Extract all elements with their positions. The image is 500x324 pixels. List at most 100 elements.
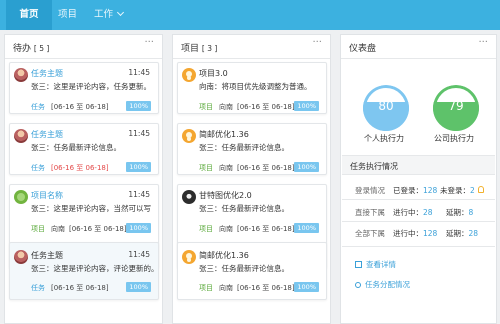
card-date: [06-16 至 06-18] [51, 284, 109, 292]
card-meta: 项目 向南 [06-16 至 06-18] [31, 224, 127, 234]
stat-b-value[interactable]: 8 [469, 208, 474, 217]
card-tag: 项目 [199, 284, 213, 292]
gauge-value: 79 [448, 99, 464, 113]
personal-execution-label: 个人执行力 [364, 134, 404, 143]
nav-home[interactable]: 首页 [6, 0, 52, 30]
card-date: [06-16 至 06-18] [237, 164, 295, 172]
card-owner: 向南 [219, 225, 233, 233]
stat-row-label: 直接下属 [355, 208, 385, 217]
nav-work[interactable]: 工作 [94, 0, 125, 30]
projects-count: [ 3 ] [201, 44, 218, 53]
dashboard-panel-header: 仪表盘 ··· [341, 35, 496, 59]
divider [342, 246, 495, 247]
project-avatar [182, 190, 196, 204]
more-icon[interactable]: ··· [478, 37, 488, 48]
card-title[interactable]: 甘特图优化2.0 [199, 190, 252, 201]
project-card[interactable]: 简邮优化1.36 张三：任务最新评论信息。 项目 向南 [06-16 至 06-18… [177, 242, 327, 300]
projects-panel-title: 项目 [ 3 ] [181, 41, 217, 54]
card-time: 11:45 [128, 190, 150, 199]
todo-panel-header: 待办 [ 5 ] ··· [5, 35, 162, 59]
stat-a-value[interactable]: 28 [423, 208, 433, 217]
card-date: [06-16 至 06-18] [51, 103, 109, 111]
nav-work-label: 工作 [94, 9, 114, 20]
projects-title-text: 项目 [181, 44, 200, 54]
more-icon[interactable]: ··· [312, 37, 322, 48]
todo-card[interactable]: 任务主题 11:45 张三：这里是评论内容，评论更新的。 任务 [06-16 至 … [9, 242, 159, 300]
card-date-overdue: [06-16 至 06-18] [51, 164, 109, 172]
stat-b-value[interactable]: 2 [470, 186, 475, 195]
card-owner: 向南 [219, 284, 233, 292]
projects-panel-header: 项目 [ 3 ] ··· [173, 35, 330, 59]
card-comment: 张三：任务最新评论信息。 [199, 143, 289, 152]
stat-a-label: 进行中： [393, 208, 423, 217]
card-meta: 项目 向南 [06-16 至 06-18] [199, 102, 295, 112]
task-assignment-link[interactable]: 任务分配情况 [355, 279, 410, 290]
chevron-down-icon [116, 8, 125, 17]
card-tag: 项目 [199, 164, 213, 172]
card-title[interactable]: 简邮优化1.36 [199, 250, 249, 261]
personal-execution-gauge[interactable]: 80 [363, 85, 409, 131]
stat-b: 延期：8 [446, 207, 473, 218]
progress-badge: 100% [294, 223, 319, 233]
stat-a: 已登录：128 [393, 185, 437, 196]
stat-b: 延期：28 [446, 228, 478, 239]
gauge-value: 80 [378, 99, 394, 113]
card-comment: 向南：将项目优先级调整为普通。 [199, 82, 312, 91]
card-title[interactable]: 项目名称 [31, 190, 63, 201]
card-title[interactable]: 简邮优化1.36 [199, 129, 249, 140]
card-time: 11:45 [128, 68, 150, 77]
card-comment: 张三：这里是评论内容，当然可以写 [31, 204, 151, 213]
progress-badge: 100% [126, 162, 151, 172]
company-execution-gauge[interactable]: 79 [433, 85, 479, 131]
card-tag: 项目 [199, 103, 213, 111]
todo-count: [ 5 ] [33, 44, 50, 53]
card-title[interactable]: 任务主题 [31, 250, 63, 261]
card-tag: 任务 [31, 284, 45, 292]
card-date: [06-16 至 06-18] [237, 225, 295, 233]
section-title: 任务执行情况 [350, 162, 398, 171]
stat-b-label: 延期： [446, 229, 469, 238]
stat-b-label: 未登录： [440, 186, 470, 195]
project-avatar [182, 129, 196, 143]
stat-a-value[interactable]: 128 [423, 186, 437, 195]
card-date: [06-16 至 06-18] [237, 284, 295, 292]
divider [342, 221, 495, 222]
card-owner: 向南 [219, 103, 233, 111]
top-nav-bar: 首页 项目 工作 [0, 0, 500, 30]
card-tag: 项目 [31, 225, 45, 233]
card-owner: 向南 [219, 164, 233, 172]
company-execution-label: 公司执行力 [434, 134, 474, 143]
card-meta: 任务 [06-16 至 06-18] [31, 283, 109, 293]
share-icon [355, 282, 361, 288]
card-title[interactable]: 项目3.0 [199, 68, 228, 79]
project-avatar [14, 190, 28, 204]
todo-title-text: 待办 [13, 44, 32, 54]
divider [342, 199, 495, 200]
card-comment: 张三：这里是评论内容，任务更新。 [31, 82, 151, 91]
card-date: [06-16 至 06-18] [69, 225, 127, 233]
nav-project[interactable]: 项目 [58, 0, 77, 30]
more-icon[interactable]: ··· [144, 37, 154, 48]
todo-card[interactable]: 任务主题 11:45 张三：这里是评论内容，任务更新。 任务 [06-16 至 0… [9, 62, 159, 114]
project-avatar [182, 68, 196, 82]
project-avatar [182, 250, 196, 264]
view-details-link[interactable]: 查看详情 [355, 259, 396, 270]
projects-panel: 项目 [ 3 ] ··· 项目3.0 向南：将项目优先级调整为普通。 项目 向南[… [172, 34, 331, 324]
card-comment: 张三：这里是评论内容，评论更新的。 [31, 264, 159, 273]
card-title[interactable]: 任务主题 [31, 68, 63, 79]
card-meta: 任务 [06-16 至 06-18] [31, 102, 109, 112]
card-title[interactable]: 任务主题 [31, 129, 63, 140]
card-comment: 张三：任务最新评论信息。 [199, 204, 289, 213]
stat-a-value[interactable]: 128 [423, 229, 437, 238]
card-time: 11:45 [128, 250, 150, 259]
stat-a: 进行中：128 [393, 228, 437, 239]
todo-card[interactable]: 任务主题 11:45 张三：任务最新评论信息。 任务 [06-16 至 06-18… [9, 123, 159, 175]
project-card[interactable]: 项目3.0 向南：将项目优先级调整为普通。 项目 向南 [06-16 至 06-18… [177, 62, 327, 114]
bell-icon[interactable] [478, 186, 484, 193]
stat-b-label: 延期： [446, 208, 469, 217]
task-execution-section-header: 任务执行情况 [342, 155, 495, 175]
card-meta: 项目 向南 [06-16 至 06-18] [199, 283, 295, 293]
project-card[interactable]: 简邮优化1.36 张三：任务最新评论信息。 项目 向南 [06-16 至 06-18… [177, 123, 327, 175]
stat-b-value[interactable]: 28 [469, 229, 479, 238]
document-icon [355, 261, 362, 268]
